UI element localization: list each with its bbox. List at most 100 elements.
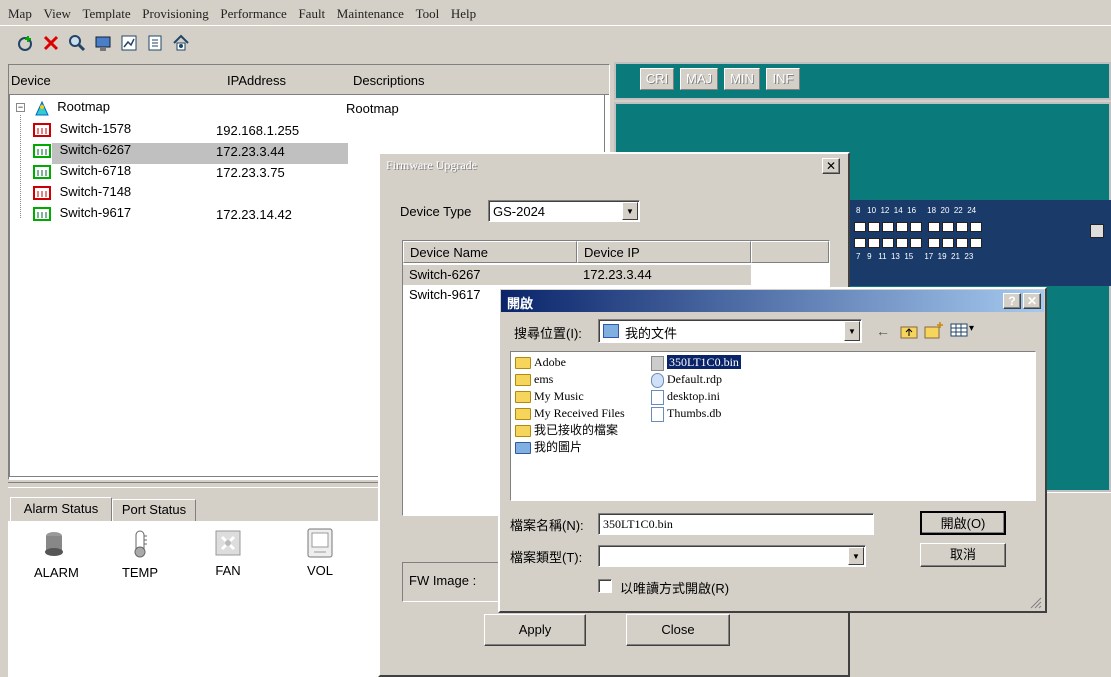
view-menu-icon[interactable]: ▾ xyxy=(950,323,980,339)
fan-icon xyxy=(215,530,241,556)
tab-alarm-status[interactable]: Alarm Status xyxy=(10,497,112,521)
open-button[interactable]: 開啟(O) xyxy=(920,511,1006,535)
collapse-icon[interactable]: − xyxy=(16,103,25,113)
open-file-dialog: 開啟 ? ✕ 搜尋位置(I): 我的文件 ▼ ← ▾ Adobe ems My … xyxy=(498,287,1047,613)
rootmap-description: Rootmap xyxy=(346,101,399,116)
device-ip: 192.168.1.255 xyxy=(216,123,300,138)
alarm-indicator[interactable]: ALARM xyxy=(34,530,79,590)
menu-performance[interactable]: Performance xyxy=(220,6,286,22)
switch-up-icon xyxy=(32,164,52,179)
back-icon[interactable]: ← xyxy=(876,323,894,341)
column-ipaddress[interactable]: IPAddress xyxy=(227,73,286,88)
up-folder-icon[interactable] xyxy=(900,323,918,339)
chevron-down-icon[interactable]: ▼ xyxy=(848,547,864,565)
list-item[interactable]: desktop.ini xyxy=(651,388,741,405)
list-item[interactable]: My Received Files xyxy=(515,405,625,422)
list-item[interactable]: 我已接收的檔案 xyxy=(515,422,625,439)
chevron-down-icon[interactable]: ▼ xyxy=(622,202,638,220)
delete-icon[interactable] xyxy=(40,32,62,54)
readonly-label: 以唯讀方式開啟(R) xyxy=(620,581,730,596)
new-folder-icon[interactable] xyxy=(924,321,944,339)
temp-indicator[interactable]: TEMP xyxy=(120,530,160,590)
tree-root[interactable]: − Rootmap xyxy=(16,99,110,116)
menu-tool[interactable]: Tool xyxy=(416,6,440,22)
chart-icon[interactable] xyxy=(118,32,140,54)
device-list-row-selected[interactable]: Switch-6267 172.23.3.44 xyxy=(403,265,751,285)
rootmap-icon xyxy=(33,100,51,116)
folder-icon xyxy=(515,391,531,404)
device-ip: 172.23.3.44 xyxy=(216,144,285,159)
column-descriptions[interactable]: Descriptions xyxy=(353,73,425,88)
close-button[interactable]: Close xyxy=(626,614,730,646)
switch-down-icon xyxy=(32,185,52,200)
menu-maintenance[interactable]: Maintenance xyxy=(337,6,404,22)
filetype-label: 檔案類型(T): xyxy=(510,550,583,565)
folder-icon xyxy=(515,374,531,387)
menu-provisioning[interactable]: Provisioning xyxy=(142,6,208,22)
db-file-icon xyxy=(651,406,664,422)
search-icon[interactable] xyxy=(66,32,88,54)
tree-row[interactable]: Switch-7148 xyxy=(32,184,252,200)
severity-bar: CRI MAJ MIN INF xyxy=(614,62,1111,100)
fan-label: FAN xyxy=(215,563,241,578)
device-name: Switch-6718 xyxy=(59,163,132,178)
list-item[interactable]: Adobe xyxy=(515,354,625,371)
resize-grip-icon[interactable] xyxy=(1028,595,1042,609)
list-item[interactable]: Default.rdp xyxy=(651,371,741,388)
menu-help[interactable]: Help xyxy=(451,6,476,22)
fw-device-name: Switch-9617 xyxy=(409,287,481,302)
voltage-indicator[interactable]: VOL xyxy=(300,528,340,588)
apply-button[interactable]: Apply xyxy=(484,614,586,646)
home-icon[interactable] xyxy=(170,32,192,54)
look-in-label: 搜尋位置(I): xyxy=(514,326,582,341)
column-device-name[interactable]: Device Name xyxy=(403,241,577,263)
firmware-close-icon[interactable]: ✕ xyxy=(822,158,840,174)
folder-icon xyxy=(515,408,531,421)
tree-header: Device IPAddress Descriptions xyxy=(9,65,609,95)
menu-map[interactable]: Map xyxy=(8,6,32,22)
port-row-top xyxy=(854,220,984,235)
fan-indicator[interactable]: FAN xyxy=(208,530,248,590)
list-item[interactable]: My Music xyxy=(515,388,625,405)
severity-info-button[interactable]: INF xyxy=(766,68,800,90)
menu-fault[interactable]: Fault xyxy=(298,6,325,22)
map-status-strip xyxy=(1044,492,1111,524)
network-icon[interactable] xyxy=(92,32,114,54)
severity-critical-button[interactable]: CRI xyxy=(640,68,674,90)
device-type-select[interactable]: GS-2024 ▼ xyxy=(488,200,640,222)
list-item[interactable]: ems xyxy=(515,371,625,388)
uplink-port xyxy=(1090,224,1104,238)
config-icon[interactable] xyxy=(144,32,166,54)
thermometer-icon xyxy=(134,530,147,558)
voltage-icon xyxy=(307,528,333,558)
cancel-button[interactable]: 取消 xyxy=(920,543,1006,567)
help-icon[interactable]: ? xyxy=(1003,293,1021,309)
menu-template[interactable]: Template xyxy=(82,6,130,22)
look-in-select[interactable]: 我的文件 ▼ xyxy=(598,319,862,343)
severity-major-button[interactable]: MAJ xyxy=(680,68,718,90)
filetype-select[interactable]: ▼ xyxy=(598,545,866,567)
add-icon[interactable] xyxy=(14,32,36,54)
close-icon[interactable]: ✕ xyxy=(1023,293,1041,309)
device-ip: 172.23.14.42 xyxy=(216,207,292,222)
switch-faceplate[interactable]: 8 10 12 14 16 18 20 22 24 7 9 11 13 15 1… xyxy=(844,200,1111,286)
file-list: Adobe ems My Music My Received Files 我已接… xyxy=(510,351,1036,501)
list-item[interactable]: 我的圖片 xyxy=(515,439,625,456)
column-device[interactable]: Device xyxy=(11,73,51,88)
folder-column: Adobe ems My Music My Received Files 我已接… xyxy=(515,354,625,456)
list-item[interactable]: Thumbs.db xyxy=(651,405,741,422)
column-device-ip[interactable]: Device IP xyxy=(577,241,751,263)
chevron-down-icon[interactable]: ▼ xyxy=(844,321,860,341)
readonly-checkbox[interactable] xyxy=(598,579,612,593)
list-item-selected[interactable]: 350LT1C0.bin xyxy=(651,354,741,371)
tab-port-status[interactable]: Port Status xyxy=(112,499,196,521)
menu-view[interactable]: View xyxy=(43,6,70,22)
severity-minor-button[interactable]: MIN xyxy=(724,68,760,90)
filename-input[interactable]: 350LT1C0.bin xyxy=(598,513,874,535)
folder-icon xyxy=(515,425,531,438)
port-numbers-top: 8 10 12 14 16 18 20 22 24 xyxy=(856,206,977,215)
bin-file-icon xyxy=(651,355,664,371)
look-in-value: 我的文件 xyxy=(625,326,678,341)
device-name: Switch-7148 xyxy=(59,184,132,199)
menu-bar: Map View Template Provisioning Performan… xyxy=(0,0,1111,26)
